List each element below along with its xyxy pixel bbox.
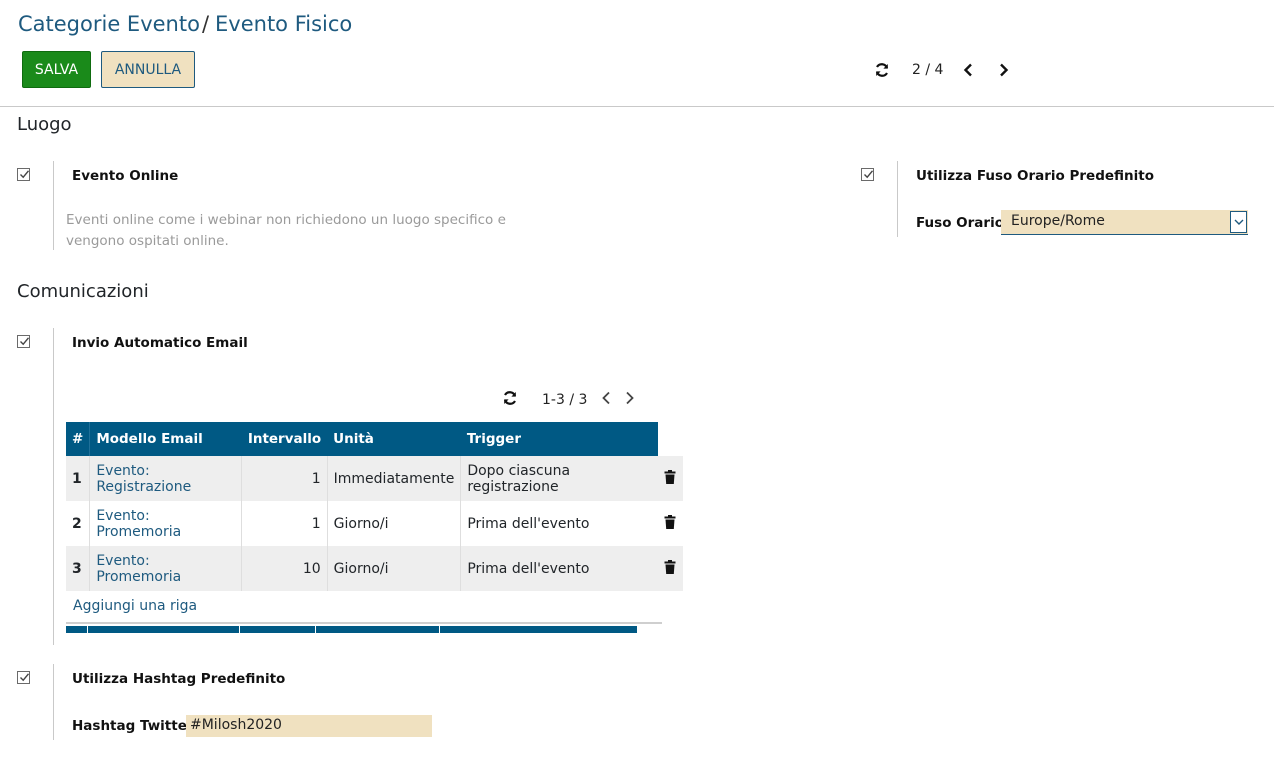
chevron-down-icon[interactable] [1230, 211, 1247, 233]
online-event-help: Eventi online come i webinar non richied… [66, 212, 506, 249]
trash-icon[interactable] [657, 546, 683, 591]
breadcrumb-current: Evento Fisico [215, 12, 353, 36]
breadcrumb-parent-link[interactable]: Categorie Evento [18, 12, 200, 36]
record-pager: 2 / 4 [872, 60, 1015, 80]
row-unit[interactable]: Immediatamente [326, 456, 461, 501]
footer-column-divider [439, 626, 440, 633]
row-template[interactable]: Evento: Promemoria [89, 546, 242, 591]
save-button[interactable]: SALVA [22, 51, 91, 88]
row-template-line1[interactable]: Evento: [96, 508, 149, 524]
row-template[interactable]: Evento: Promemoria [89, 501, 242, 546]
row-template[interactable]: Evento: Registrazione [89, 456, 242, 501]
column-header-unit[interactable]: Unità [327, 422, 461, 456]
chevron-right-icon[interactable] [625, 391, 635, 409]
default-hashtag-checkbox[interactable] [17, 671, 30, 684]
field-divider [897, 161, 898, 237]
pager-value[interactable]: 2 / 4 [912, 62, 943, 78]
trash-icon[interactable] [657, 456, 683, 501]
header-divider [0, 106, 1274, 107]
field-divider [53, 328, 54, 645]
mail-pager-value[interactable]: 1-3 / 3 [542, 392, 587, 408]
row-template-line1[interactable]: Evento: [96, 553, 149, 569]
add-row-link[interactable]: Aggiungi una riga [66, 591, 662, 624]
table-header-row: # Modello Email Intervallo Unità Trigger [66, 422, 683, 456]
chevron-left-icon[interactable] [957, 60, 979, 80]
row-trigger[interactable]: Dopo ciascuna registrazione [460, 456, 658, 501]
table-row[interactable]: 2 Evento: Promemoria 1 Giorno/i Prima del… [66, 501, 683, 546]
row-template-line2[interactable]: Promemoria [96, 524, 181, 540]
table-row[interactable]: 3 Evento: Promemoria 10 Giorno/i Prima de… [66, 546, 683, 591]
footer-column-divider [315, 626, 316, 633]
row-unit[interactable]: Giorno/i [326, 501, 461, 546]
online-event-label: Evento Online [72, 168, 179, 184]
row-template-line1[interactable]: Evento: [96, 463, 149, 479]
field-divider [53, 161, 54, 250]
field-divider [53, 664, 54, 740]
column-header-template[interactable]: Modello Email [89, 422, 242, 456]
row-interval[interactable]: 1 [241, 456, 328, 501]
row-number: 3 [66, 546, 90, 591]
refresh-icon[interactable] [502, 390, 518, 410]
twitter-hashtag-label: Hashtag Twitter [72, 718, 194, 734]
row-trigger[interactable]: Prima dell'evento [460, 501, 658, 546]
timezone-value: Europe/Rome [1011, 213, 1105, 229]
row-interval[interactable]: 10 [241, 546, 328, 591]
row-trigger[interactable]: Prima dell'evento [460, 546, 658, 591]
section-title-location: Luogo [17, 114, 72, 135]
table-row[interactable]: 1 Evento: Registrazione 1 Immediatamente … [66, 456, 683, 501]
row-interval[interactable]: 1 [241, 501, 328, 546]
footer-column-divider [239, 626, 240, 633]
footer-column-divider [87, 626, 88, 633]
cancel-button[interactable]: ANNULLA [101, 51, 195, 88]
column-header-trigger[interactable]: Trigger [460, 422, 658, 456]
breadcrumb: Categorie Evento/Evento Fisico [18, 12, 352, 36]
twitter-hashtag-input[interactable]: #Milosh2020 [186, 715, 432, 737]
auto-email-label: Invio Automatico Email [72, 335, 248, 351]
chevron-right-icon[interactable] [993, 60, 1015, 80]
breadcrumb-separator: / [201, 12, 210, 36]
row-template-line2[interactable]: Registrazione [96, 479, 191, 495]
row-unit[interactable]: Giorno/i [326, 546, 461, 591]
online-event-checkbox[interactable] [17, 168, 30, 181]
timezone-select[interactable]: Europe/Rome [1001, 210, 1248, 235]
email-schedule-table: # Modello Email Intervallo Unità Trigger… [66, 422, 683, 591]
default-timezone-checkbox[interactable] [861, 168, 874, 181]
auto-email-checkbox[interactable] [17, 335, 30, 348]
mail-pager: 1-3 / 3 [502, 390, 635, 410]
column-header-delete [657, 422, 683, 456]
default-hashtag-label: Utilizza Hashtag Predefinito [72, 671, 286, 687]
column-header-num[interactable]: # [66, 422, 90, 456]
table-footer-bar [66, 626, 637, 633]
section-title-communications: Comunicazioni [17, 281, 149, 302]
timezone-label: Fuso Orario [916, 215, 1004, 231]
default-timezone-label: Utilizza Fuso Orario Predefinito [916, 168, 1154, 184]
column-header-interval[interactable]: Intervallo [241, 422, 328, 456]
row-number: 1 [66, 456, 90, 501]
row-number: 2 [66, 501, 90, 546]
row-template-line2[interactable]: Promemoria [96, 569, 181, 585]
chevron-left-icon[interactable] [601, 391, 611, 409]
refresh-icon[interactable] [872, 60, 892, 80]
trash-icon[interactable] [657, 501, 683, 546]
